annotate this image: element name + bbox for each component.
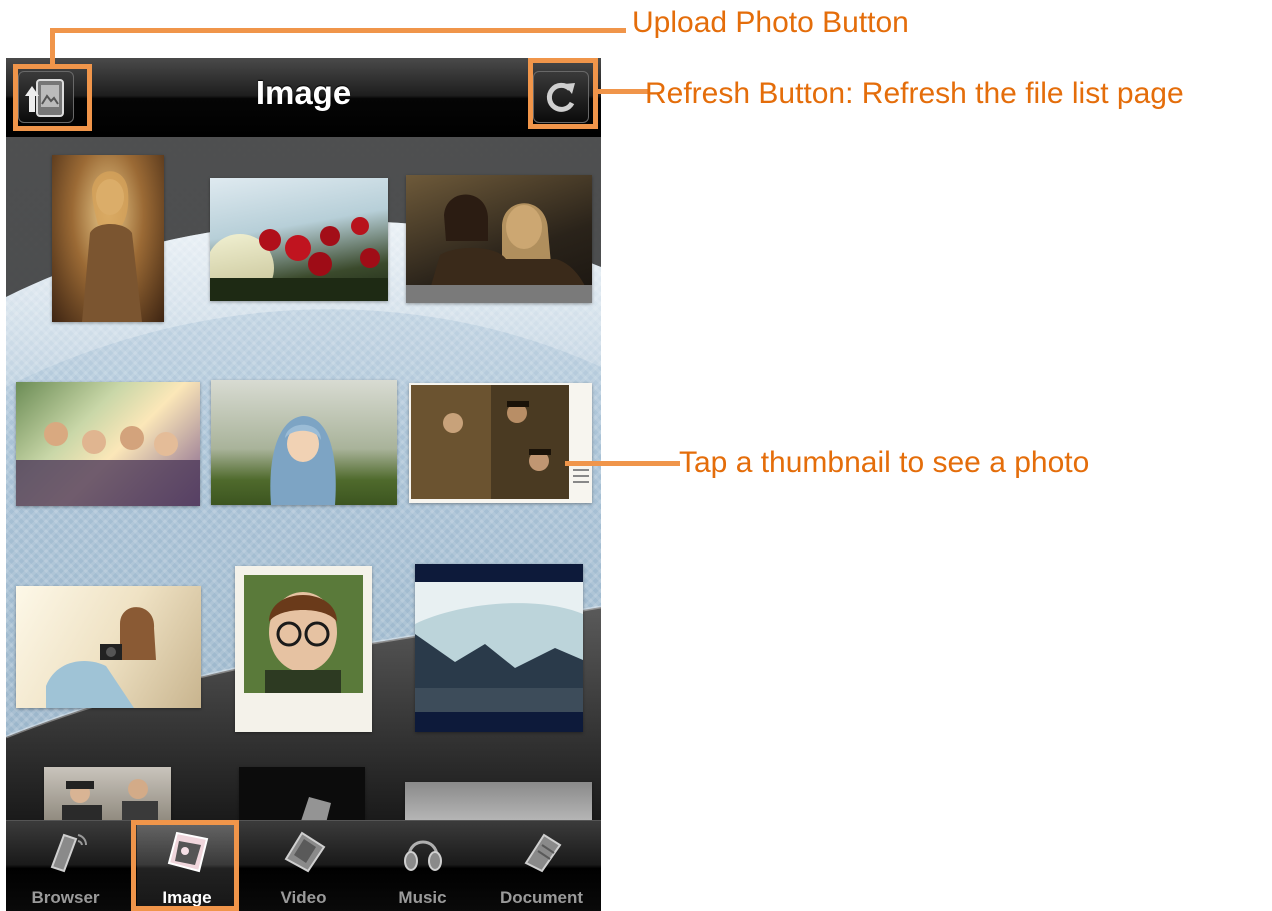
woman-in-coat-photo	[82, 171, 142, 322]
thumbnail-grid[interactable]	[6, 137, 601, 820]
photo-thumbnail-11[interactable]	[239, 767, 365, 820]
photo-thumbnail-8[interactable]	[235, 566, 372, 732]
photo-thumbnail-4[interactable]	[16, 382, 200, 506]
thumbnail-callout-text: Tap a thumbnail to see a photo	[679, 446, 1090, 479]
dark-sign-photo	[301, 797, 331, 820]
mountain-landscape-photo	[415, 582, 583, 712]
upload-button-highlight	[13, 64, 92, 131]
woman-with-camera-photo	[46, 607, 156, 708]
photo-thumbnail-5[interactable]	[211, 380, 397, 505]
refresh-callout-line	[598, 89, 648, 94]
upload-callout-line-horizontal	[50, 28, 626, 33]
tab-browser[interactable]: Browser	[6, 821, 125, 911]
photo-thumbnail-3[interactable]	[406, 175, 592, 303]
tab-bar: Browser Image Video Music Document	[6, 820, 601, 911]
girl-in-hood-photo	[270, 416, 336, 505]
browser-icon	[50, 833, 88, 873]
couple-street-photo	[62, 779, 158, 820]
thumbnail-callout-line	[565, 461, 680, 466]
red-flowers-photo	[210, 217, 388, 301]
tab-music[interactable]: Music	[363, 821, 482, 911]
two-friends-photo	[406, 194, 592, 303]
upload-callout-text: Upload Photo Button	[632, 6, 909, 39]
upload-callout-line-vertical	[50, 28, 55, 66]
refresh-callout-text: Refresh Button: Refresh the file list pa…	[645, 77, 1184, 110]
refresh-button-highlight	[528, 58, 598, 129]
document-icon	[524, 833, 562, 873]
tab-browser-label: Browser	[31, 888, 100, 907]
music-icon	[404, 840, 442, 871]
photo-thumbnail-1[interactable]	[52, 155, 164, 322]
boy-with-glasses-photo	[244, 575, 363, 693]
tab-video-label: Video	[280, 888, 327, 907]
video-icon	[284, 831, 326, 873]
tab-document[interactable]: Document	[482, 821, 601, 911]
photo-thumbnail-12[interactable]	[405, 782, 592, 820]
photo-thumbnail-6[interactable]	[409, 383, 592, 503]
navigation-bar: Image	[6, 58, 601, 137]
photo-thumbnail-9[interactable]	[415, 564, 583, 732]
phone-screen: Image Browser Image Video Music Document	[6, 58, 601, 911]
photo-thumbnail-7[interactable]	[16, 586, 201, 708]
image-tab-highlight	[131, 820, 239, 911]
photo-thumbnail-2[interactable]	[210, 178, 388, 301]
tab-video[interactable]: Video	[244, 821, 363, 911]
page-title: Image	[255, 74, 352, 111]
magazine-spread-photo	[411, 385, 589, 499]
tab-document-label: Document	[499, 888, 584, 907]
photo-thumbnail-10[interactable]	[44, 767, 171, 820]
group-of-friends-photo	[16, 422, 200, 506]
tab-music-label: Music	[398, 888, 447, 907]
